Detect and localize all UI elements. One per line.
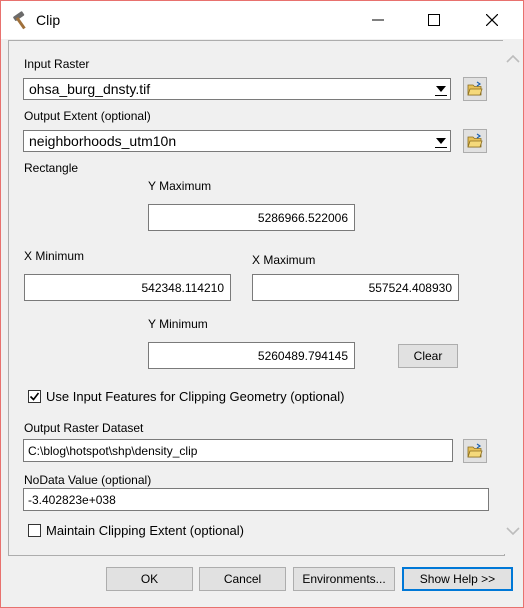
close-button[interactable] [469,1,515,39]
y-min-label: Y Minimum [148,317,208,331]
show-help-button[interactable]: Show Help >> [402,567,513,591]
y-min-field[interactable]: 5260489.794145 [148,342,355,369]
minimize-icon [372,19,384,21]
chevron-down-icon[interactable] [432,131,450,151]
y-max-label: Y Maximum [148,179,212,193]
clip-dialog: Clip Input Raster ohsa_burg_dnsty.tif Ou… [0,0,524,608]
maximize-button[interactable] [411,1,457,39]
output-raster-field[interactable]: C:\blog\hotspot\shp\density_clip [23,439,453,462]
ok-button[interactable]: OK [106,567,193,591]
input-raster-label: Input Raster [24,57,90,71]
maximize-icon [428,14,440,26]
y-max-field[interactable]: 5286966.522006 [148,204,355,231]
rectangle-label: Rectangle [24,161,79,175]
x-min-field[interactable]: 542348.114210 [24,274,231,301]
checkmark-icon [29,392,40,401]
output-extent-value: neighborhoods_utm10n [29,133,177,149]
parameters-panel: Input Raster ohsa_burg_dnsty.tif Output … [8,40,505,556]
x-max-field[interactable]: 557524.408930 [252,274,459,301]
input-raster-browse-button[interactable] [463,77,487,101]
output-raster-label: Output Raster Dataset [24,421,144,435]
output-extent-browse-button[interactable] [463,129,487,153]
open-folder-icon [467,443,483,458]
minimize-button[interactable] [355,1,401,39]
output-raster-browse-button[interactable] [463,439,487,463]
scroll-up-icon[interactable] [506,54,520,64]
scroll-down-icon[interactable] [506,526,520,536]
use-input-features-checkbox[interactable] [28,390,41,403]
input-raster-value: ohsa_burg_dnsty.tif [29,81,151,97]
cancel-button[interactable]: Cancel [199,567,286,591]
environments-button[interactable]: Environments... [293,567,395,591]
open-folder-icon [467,81,483,96]
title-bar[interactable]: Clip [1,1,523,39]
chevron-down-icon[interactable] [432,79,450,99]
window-title: Clip [36,12,61,28]
open-folder-icon [467,133,483,148]
clear-button[interactable]: Clear [398,344,458,368]
x-min-label: X Minimum [24,249,85,263]
maintain-extent-checkbox[interactable] [28,524,41,537]
nodata-field[interactable]: -3.402823e+038 [23,488,489,511]
output-extent-label: Output Extent (optional) [24,109,151,123]
use-input-features-label[interactable]: Use Input Features for Clipping Geometry… [46,389,344,404]
close-icon [486,14,498,26]
hammer-icon [10,9,32,31]
x-max-label: X Maximum [252,253,316,267]
vertical-scrollbar[interactable] [503,40,522,554]
input-raster-combo[interactable]: ohsa_burg_dnsty.tif [23,78,451,100]
nodata-label: NoData Value (optional) [24,473,152,487]
maintain-extent-label[interactable]: Maintain Clipping Extent (optional) [46,523,244,538]
output-extent-combo[interactable]: neighborhoods_utm10n [23,130,451,152]
